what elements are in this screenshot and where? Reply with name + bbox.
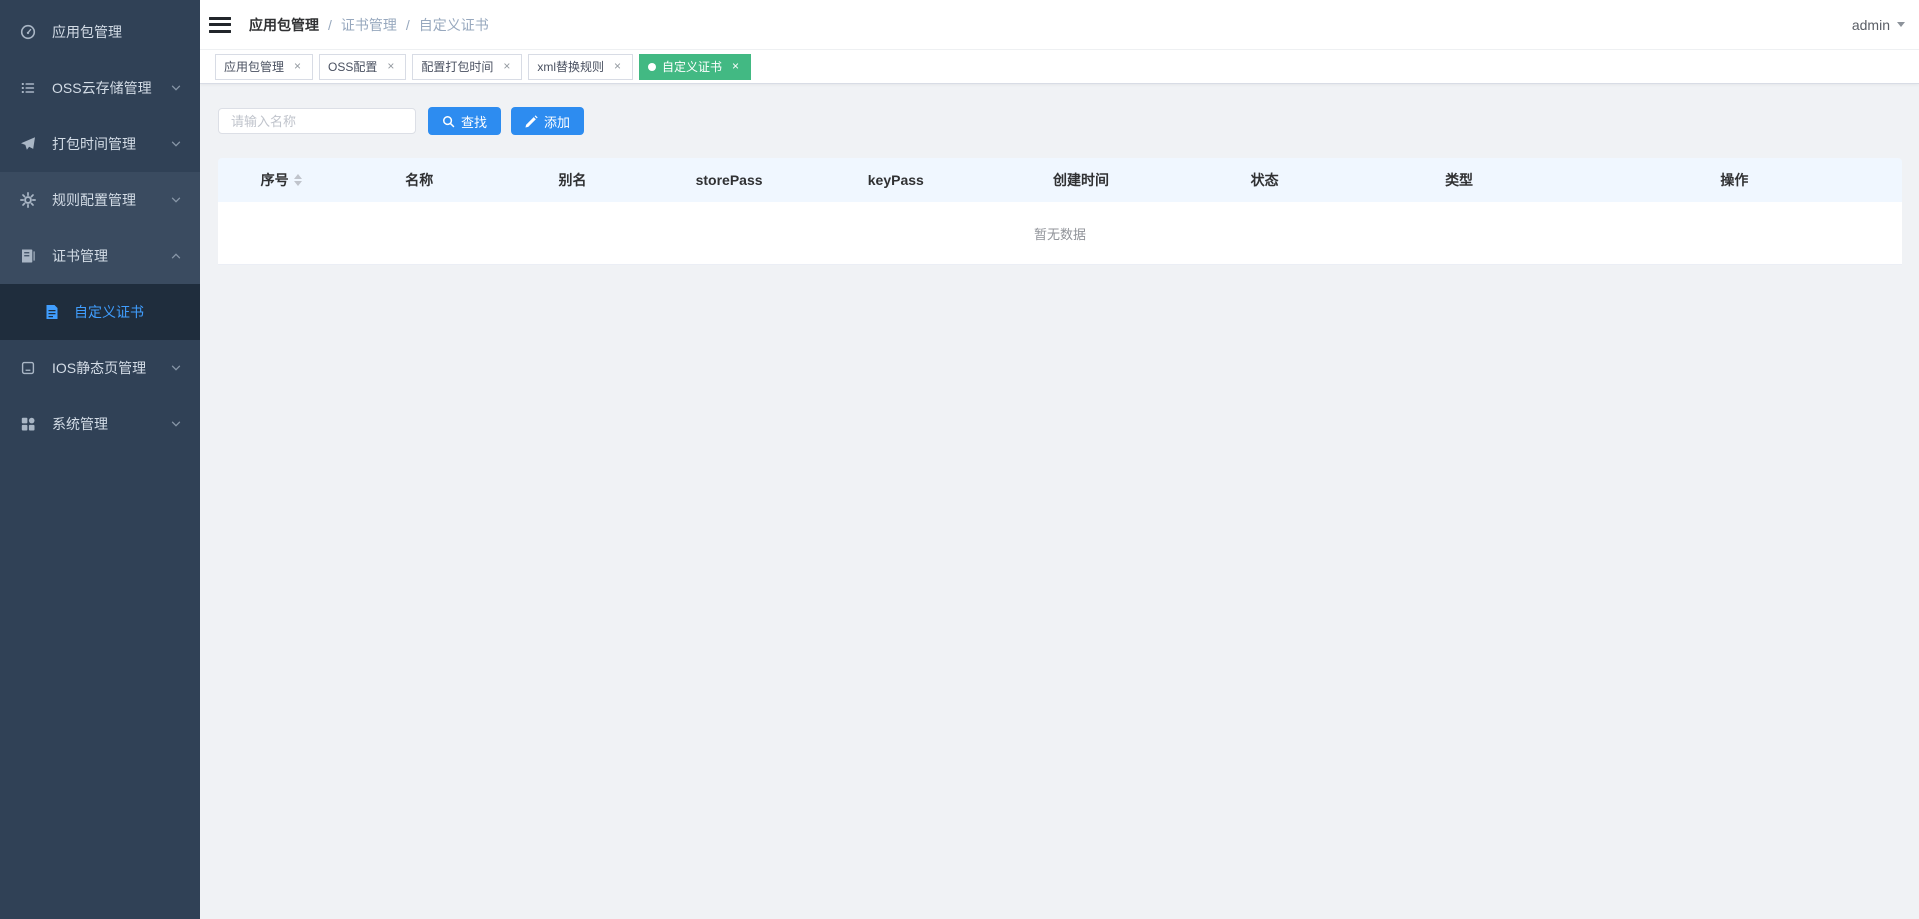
breadcrumb-item: 自定义证书	[419, 15, 489, 35]
sidebar-item-rule-config[interactable]: 规则配置管理	[0, 172, 200, 228]
empty-text: 暂无数据	[1034, 224, 1086, 243]
column-header-actions: 操作	[1567, 170, 1902, 190]
tab-label: 自定义证书	[662, 58, 722, 75]
list-icon	[20, 80, 36, 96]
tab-custom-certificate-active[interactable]: 自定义证书 ×	[639, 54, 751, 80]
gear-icon	[20, 192, 36, 208]
sidebar-item-label: 打包时间管理	[52, 134, 136, 154]
hamburger-icon[interactable]	[200, 13, 240, 36]
tab-oss-config[interactable]: OSS配置 ×	[319, 54, 406, 80]
tab-pack-time-config[interactable]: 配置打包时间 ×	[412, 54, 522, 80]
chevron-down-icon	[170, 362, 182, 374]
tab-label: 应用包管理	[224, 58, 284, 75]
sort-carets-icon[interactable]	[294, 174, 302, 186]
tab-app-package[interactable]: 应用包管理 ×	[215, 54, 313, 80]
add-button[interactable]: 添加	[511, 107, 584, 135]
caret-down-icon	[1897, 22, 1905, 27]
sidebar-item-ios-static[interactable]: IOS静态页管理	[0, 340, 200, 396]
search-button[interactable]: 查找	[428, 107, 501, 135]
sidebar-item-label: OSS云存储管理	[52, 78, 152, 98]
breadcrumb-item[interactable]: 应用包管理	[249, 15, 319, 35]
breadcrumb: 应用包管理 / 证书管理 / 自定义证书	[249, 15, 489, 35]
sidebar-item-system[interactable]: 系统管理	[0, 396, 200, 452]
sidebar-item-app-package[interactable]: 应用包管理	[0, 4, 200, 60]
breadcrumb-item: 证书管理	[341, 15, 397, 35]
close-icon[interactable]: ×	[291, 60, 304, 73]
toolbar: 查找 添加	[218, 107, 1902, 135]
send-icon	[20, 136, 36, 152]
table-empty-state: 暂无数据	[218, 202, 1902, 265]
close-icon[interactable]: ×	[384, 60, 397, 73]
sidebar-subitem-label: 自定义证书	[74, 302, 144, 322]
chevron-down-icon	[170, 82, 182, 94]
column-header-keypass: keyPass	[807, 172, 984, 188]
active-dot	[648, 63, 656, 71]
column-header-alias: 别名	[494, 170, 651, 190]
tablet-page-icon	[20, 360, 36, 376]
tab-label: OSS配置	[328, 58, 377, 75]
dashboard-icon	[20, 24, 36, 40]
sidebar-subitem-custom-certificate[interactable]: 自定义证书	[0, 284, 200, 340]
column-header-storepass: storePass	[651, 172, 808, 188]
close-icon[interactable]: ×	[611, 60, 624, 73]
sidebar-item-label: IOS静态页管理	[52, 358, 146, 378]
column-header-name: 名称	[344, 170, 494, 190]
chevron-down-icon	[170, 418, 182, 430]
column-header-status: 状态	[1178, 170, 1351, 190]
close-icon[interactable]: ×	[729, 60, 742, 73]
tab-label: 配置打包时间	[421, 58, 493, 75]
main-area: 应用包管理 / 证书管理 / 自定义证书 admin 应用包管理 × OSS配置…	[200, 0, 1919, 919]
sidebar-item-label: 系统管理	[52, 414, 108, 434]
sidebar-item-label: 证书管理	[52, 246, 108, 266]
pencil-icon	[525, 115, 538, 128]
sidebar-item-pack-time[interactable]: 打包时间管理	[0, 116, 200, 172]
search-button-label: 查找	[461, 112, 487, 131]
column-header-type: 类型	[1351, 170, 1567, 190]
top-navbar: 应用包管理 / 证书管理 / 自定义证书 admin	[200, 0, 1919, 50]
column-header-create-time: 创建时间	[984, 170, 1178, 190]
add-button-label: 添加	[544, 112, 570, 131]
tab-xml-replace-rule[interactable]: xml替换规则 ×	[528, 54, 633, 80]
column-header-index[interactable]: 序号	[218, 170, 344, 190]
grid-icon	[20, 416, 36, 432]
table-header-row: 序号 名称 别名 storePass keyPass	[218, 158, 1902, 202]
tab-label: xml替换规则	[537, 58, 604, 75]
sidebar-item-certificate[interactable]: 证书管理	[0, 228, 200, 284]
certificate-icon	[20, 248, 36, 264]
sidebar-item-label: 应用包管理	[52, 22, 122, 42]
chevron-down-icon	[170, 138, 182, 150]
page-content: 查找 添加 序号 名称 别名	[200, 84, 1919, 265]
close-icon[interactable]: ×	[500, 60, 513, 73]
sidebar-item-oss-storage[interactable]: OSS云存储管理	[0, 60, 200, 116]
tags-view-bar: 应用包管理 × OSS配置 × 配置打包时间 × xml替换规则 × 自定义证书…	[200, 50, 1919, 84]
username: admin	[1852, 17, 1890, 33]
breadcrumb-separator: /	[328, 17, 332, 33]
breadcrumb-separator: /	[406, 17, 410, 33]
data-table: 序号 名称 别名 storePass keyPass	[218, 158, 1902, 265]
sidebar: 应用包管理 OSS云存储管理 打包时间管理 规则配置管理 证书管理	[0, 0, 200, 919]
chevron-down-icon	[170, 194, 182, 206]
search-input[interactable]	[218, 108, 416, 134]
edit-document-icon	[44, 304, 60, 320]
chevron-up-icon	[170, 250, 182, 262]
sidebar-item-label: 规则配置管理	[52, 190, 136, 210]
user-dropdown[interactable]: admin	[1852, 17, 1919, 33]
search-icon	[442, 115, 455, 128]
